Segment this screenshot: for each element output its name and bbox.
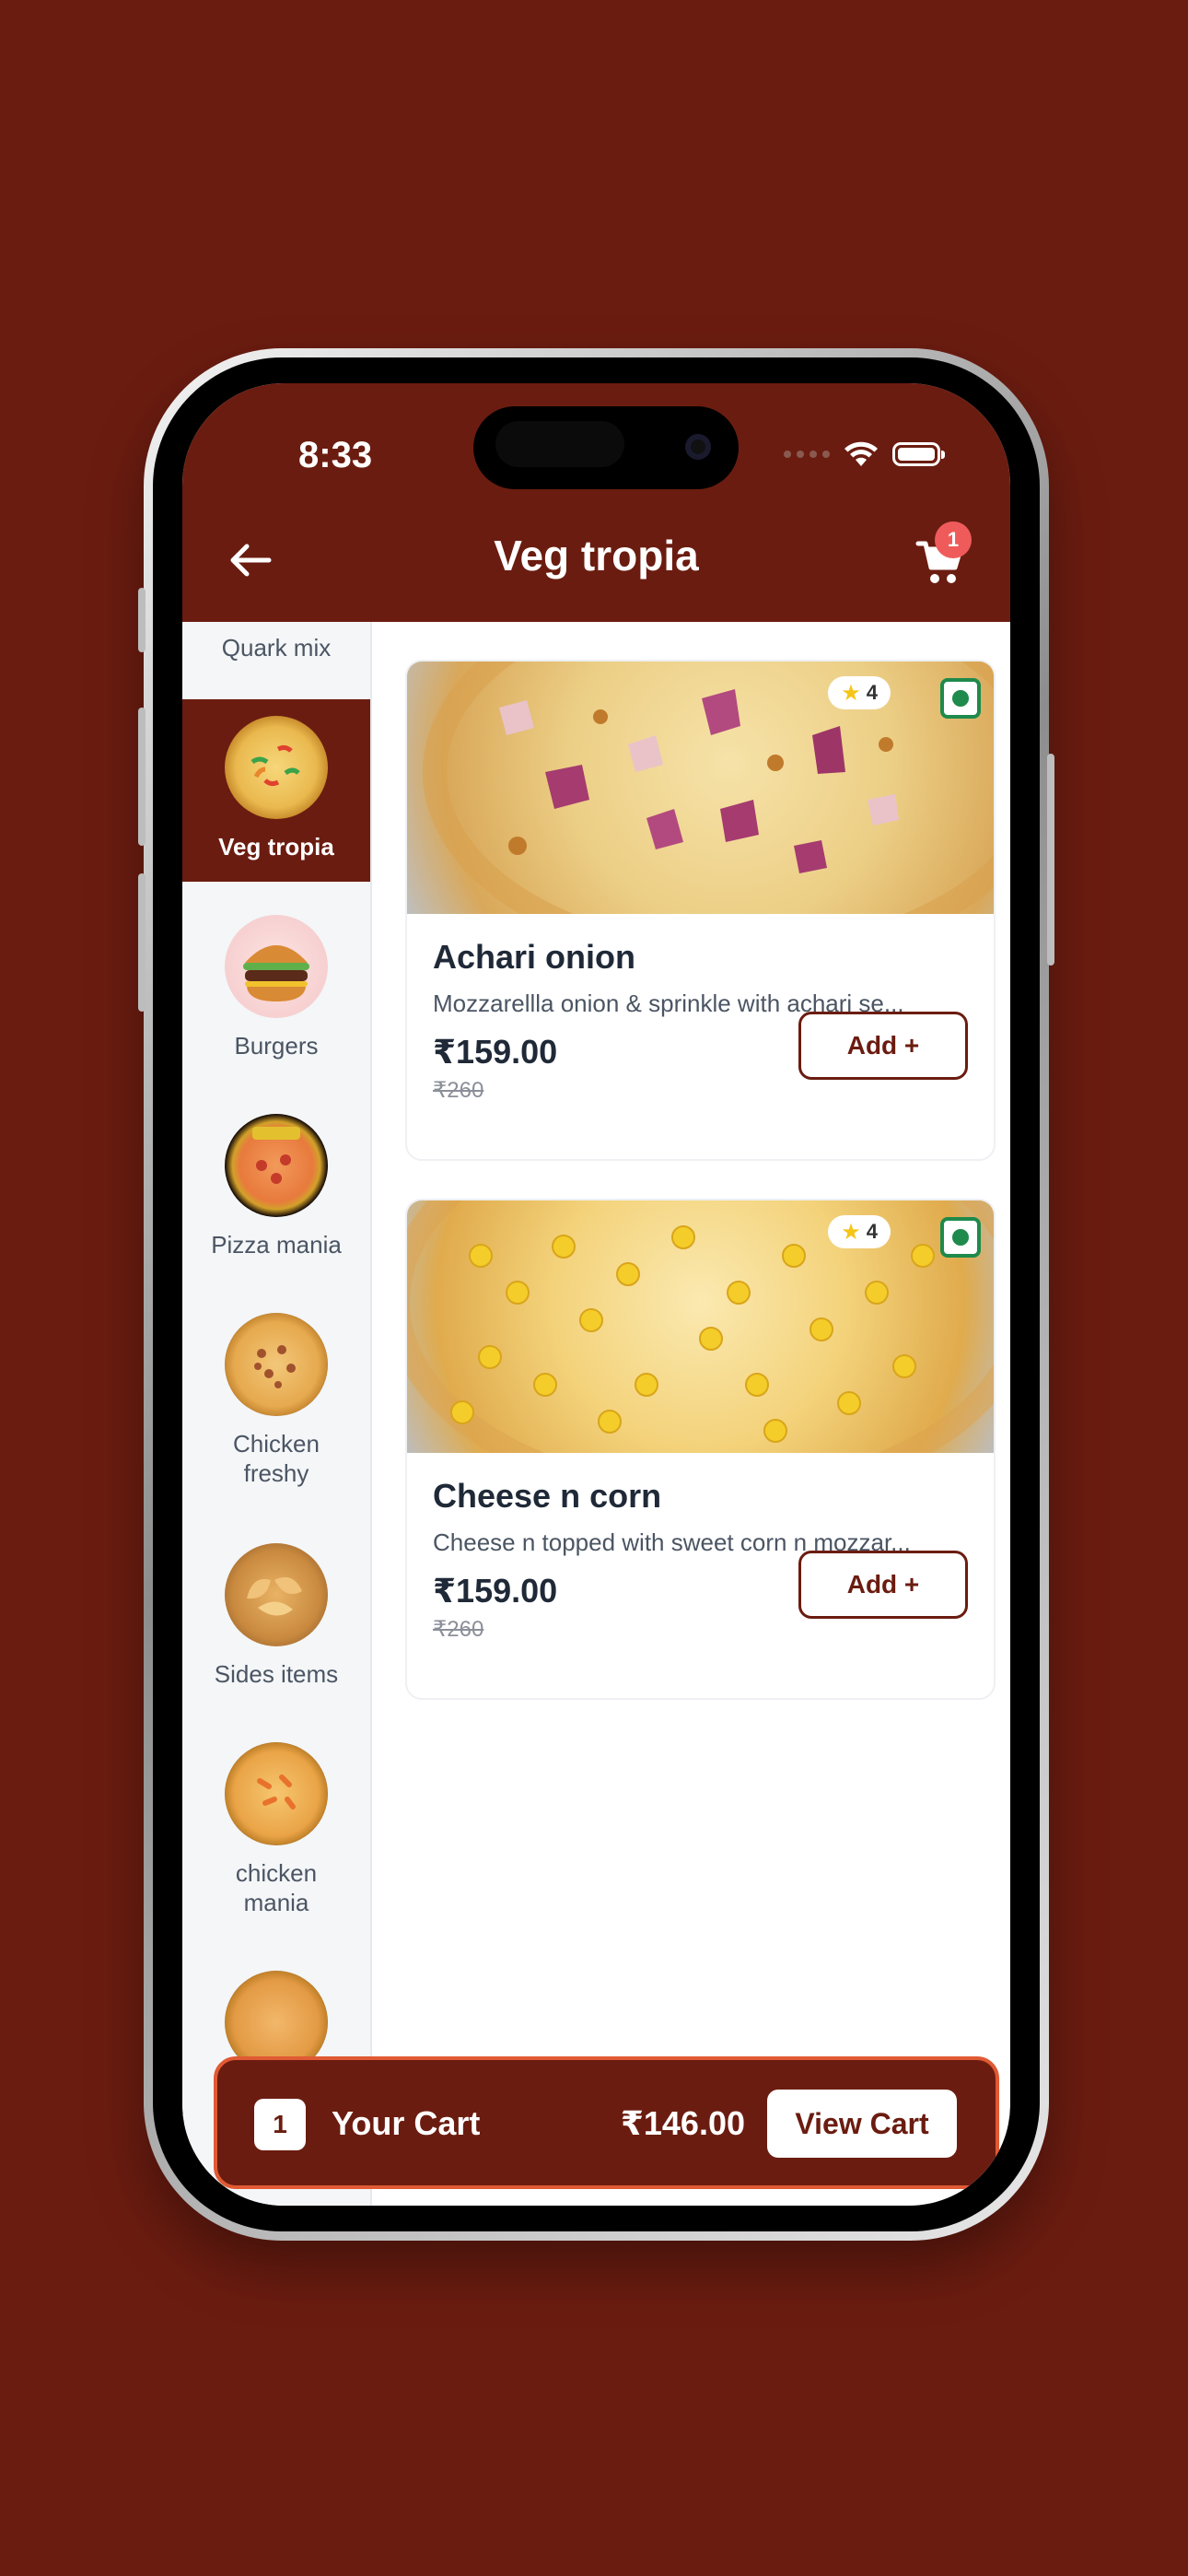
sidebar-item-sides-items[interactable]: Sides items — [182, 1543, 370, 1689]
add-to-cart-button[interactable]: Add + — [798, 1551, 968, 1619]
pizza-icon — [225, 1313, 328, 1416]
phone-side-button — [1047, 754, 1054, 966]
product-info: Cheese n corn Cheese n topped with sweet… — [407, 1453, 994, 1670]
product-card[interactable]: ★ 4 Cheese n corn Cheese n topped with s… — [405, 1199, 996, 1700]
phone-side-button — [138, 873, 146, 1012]
add-to-cart-button[interactable]: Add + — [798, 1012, 968, 1080]
cart-total: ₹146.00 — [620, 2104, 745, 2142]
rating-value: 4 — [866, 681, 878, 704]
app-header: 8:33 Veg tropia 1 — [182, 383, 1010, 622]
product-original-price: ₹260 — [433, 1617, 484, 1642]
pizza-icon — [225, 716, 328, 819]
battery-icon — [892, 442, 945, 466]
rating-badge: ★ 4 — [828, 676, 891, 709]
product-info: Achari onion Mozzarellla onion & sprinkl… — [407, 914, 994, 1131]
sidebar-item-label: Veg tropia — [218, 833, 334, 861]
wifi-icon — [844, 441, 878, 466]
cart-item-count: 1 — [254, 2099, 306, 2150]
camera-lens — [685, 434, 711, 460]
sidebar-item-label: Chicken freshy — [233, 1430, 320, 1487]
product-image: ★ 4 — [407, 662, 994, 914]
sidebar-item-label: Pizza mania — [211, 1231, 342, 1259]
sidebar-item-label: Burgers — [234, 1032, 319, 1060]
status-indicators — [784, 440, 945, 468]
sidebar-item-chicken-mania[interactable]: chicken mania — [182, 1742, 370, 1917]
burger-icon — [225, 915, 328, 1018]
rating-badge: ★ 4 — [828, 1215, 891, 1248]
page-title: Veg tropia — [494, 532, 699, 580]
cart-count-badge: 1 — [935, 521, 972, 558]
sidebar-item-chicken-freshy[interactable]: Chicken freshy — [182, 1313, 370, 1488]
garlic-bread-icon — [225, 1543, 328, 1646]
product-card[interactable]: ★ 4 Achari onion Mozzarellla onion & spr… — [405, 660, 996, 1161]
phone-frame: 8:33 Veg tropia 1 Quark mix Veg tropia B… — [138, 348, 1054, 2241]
view-cart-button[interactable]: View Cart — [767, 2090, 957, 2158]
star-icon: ★ — [841, 680, 861, 706]
product-original-price: ₹260 — [433, 1078, 484, 1103]
veg-indicator-icon — [940, 1217, 981, 1258]
status-time: 8:33 — [298, 435, 373, 475]
signal-icon — [784, 451, 830, 458]
cart-summary-bar[interactable]: 1 Your Cart ₹146.00 View Cart — [214, 2056, 999, 2189]
product-image: ★ 4 — [407, 1200, 994, 1453]
phone-side-button — [138, 588, 146, 652]
sidebar-item-label: Quark mix — [221, 634, 332, 662]
rating-value: 4 — [866, 1220, 878, 1243]
product-title: Cheese n corn — [433, 1477, 662, 1515]
pizza-icon — [225, 1742, 328, 1845]
pizza-icon — [225, 1114, 328, 1217]
sidebar-item-quark-mix[interactable]: Quark mix — [182, 633, 370, 662]
app-screen: 8:33 Veg tropia 1 Quark mix Veg tropia B… — [182, 383, 1010, 2206]
phone-side-button — [138, 708, 146, 846]
sidebar-item-burgers[interactable]: Burgers — [182, 915, 370, 1060]
sidebar-item-label: Sides items — [214, 1660, 339, 1688]
veg-indicator-icon — [940, 678, 981, 719]
island-sensor — [495, 421, 624, 467]
sidebar-item-veg-tropia[interactable]: Veg tropia — [182, 699, 370, 882]
cart-label: Your Cart — [332, 2104, 481, 2142]
product-title: Achari onion — [433, 938, 636, 976]
sidebar-item-label: chicken mania — [235, 1859, 318, 1916]
category-sidebar[interactable]: Quark mix Veg tropia Burgers Pizza mania… — [182, 622, 372, 2206]
star-icon: ★ — [841, 1219, 861, 1245]
dynamic-island — [473, 406, 739, 489]
phone-bezel: 8:33 Veg tropia 1 Quark mix Veg tropia B… — [153, 357, 1040, 2231]
sidebar-item-pizza-mania[interactable]: Pizza mania — [182, 1114, 370, 1259]
